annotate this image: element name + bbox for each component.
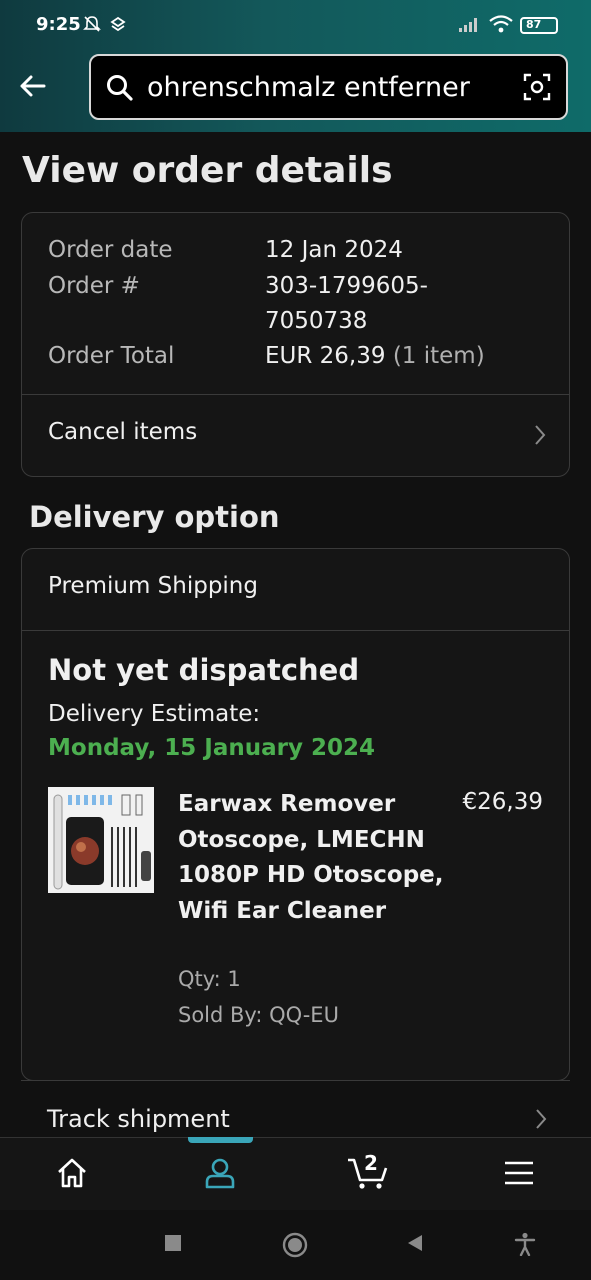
delivery-heading: Delivery option	[29, 500, 280, 534]
chevron-right-icon	[535, 425, 546, 445]
page-title: View order details	[22, 150, 393, 191]
status-time: 9:25	[36, 14, 81, 35]
back-arrow-icon[interactable]	[14, 66, 54, 106]
account-icon[interactable]	[203, 1156, 237, 1190]
search-bar[interactable]: ohrenschmalz entferner	[89, 54, 568, 120]
recents-button[interactable]	[162, 1232, 184, 1254]
order-number-value: 303-1799605- 7050738	[265, 269, 428, 339]
order-number-line2: 7050738	[265, 308, 368, 334]
camera-scan-icon[interactable]	[522, 72, 552, 102]
system-nav-bar	[0, 1210, 591, 1280]
product-name[interactable]: Earwax Remover Otoscope, LMECHN 1080P HD…	[178, 787, 448, 929]
bottom-nav	[0, 1137, 591, 1210]
order-date-value: 12 Jan 2024	[265, 237, 403, 263]
order-date-label: Order date	[48, 237, 173, 263]
cancel-items-label: Cancel items	[48, 419, 198, 445]
cart-count-badge: 2	[364, 1151, 378, 1175]
search-query[interactable]: ohrenschmalz entferner	[147, 72, 470, 103]
chevron-right-icon	[536, 1109, 547, 1129]
track-shipment-label: Track shipment	[47, 1105, 230, 1133]
product-price: €26,39	[462, 789, 543, 815]
menu-icon[interactable]	[502, 1156, 536, 1190]
product-seller: Sold By: QQ-EU	[178, 1003, 339, 1027]
order-number-label: Order #	[48, 273, 140, 299]
order-total-value: EUR 26,39	[265, 343, 386, 369]
order-total: EUR 26,39 (1 item)	[265, 339, 485, 374]
order-total-label: Order Total	[48, 343, 175, 369]
home-button[interactable]	[282, 1232, 308, 1258]
active-tab-indicator	[188, 1137, 253, 1143]
dropbox-icon	[110, 16, 126, 32]
product-image	[48, 787, 154, 893]
order-number-line1: 303-1799605-	[265, 273, 428, 299]
header: 9:25 87 ohrenschmalz entferner	[0, 0, 591, 132]
notification-muted-icon	[83, 16, 101, 32]
cancel-items-row[interactable]: Cancel items	[22, 395, 569, 477]
order-summary-card: Order date 12 Jan 2024 Order # 303-17996…	[21, 212, 570, 477]
shipping-method: Premium Shipping	[48, 573, 258, 599]
accessibility-button[interactable]	[514, 1232, 536, 1256]
track-shipment-row[interactable]: Track shipment	[21, 1080, 570, 1140]
product-thumbnail[interactable]	[48, 787, 154, 893]
product-qty: Qty: 1	[178, 967, 241, 991]
order-total-items: (1 item)	[392, 343, 485, 369]
delivery-estimate-date: Monday, 15 January 2024	[48, 735, 376, 761]
battery-level: 87	[526, 18, 542, 31]
dispatch-status: Not yet dispatched	[48, 653, 360, 687]
divider	[22, 630, 569, 631]
battery-icon: 87	[520, 17, 558, 34]
home-icon[interactable]	[55, 1156, 89, 1190]
delivery-card: Premium Shipping Not yet dispatched Deli…	[21, 548, 570, 1081]
delivery-estimate-label: Delivery Estimate:	[48, 701, 261, 727]
search-icon	[107, 75, 133, 101]
signal-icon	[459, 18, 477, 32]
status-bar: 9:25 87	[0, 0, 591, 50]
wifi-icon	[489, 15, 513, 33]
back-button[interactable]	[404, 1232, 426, 1254]
